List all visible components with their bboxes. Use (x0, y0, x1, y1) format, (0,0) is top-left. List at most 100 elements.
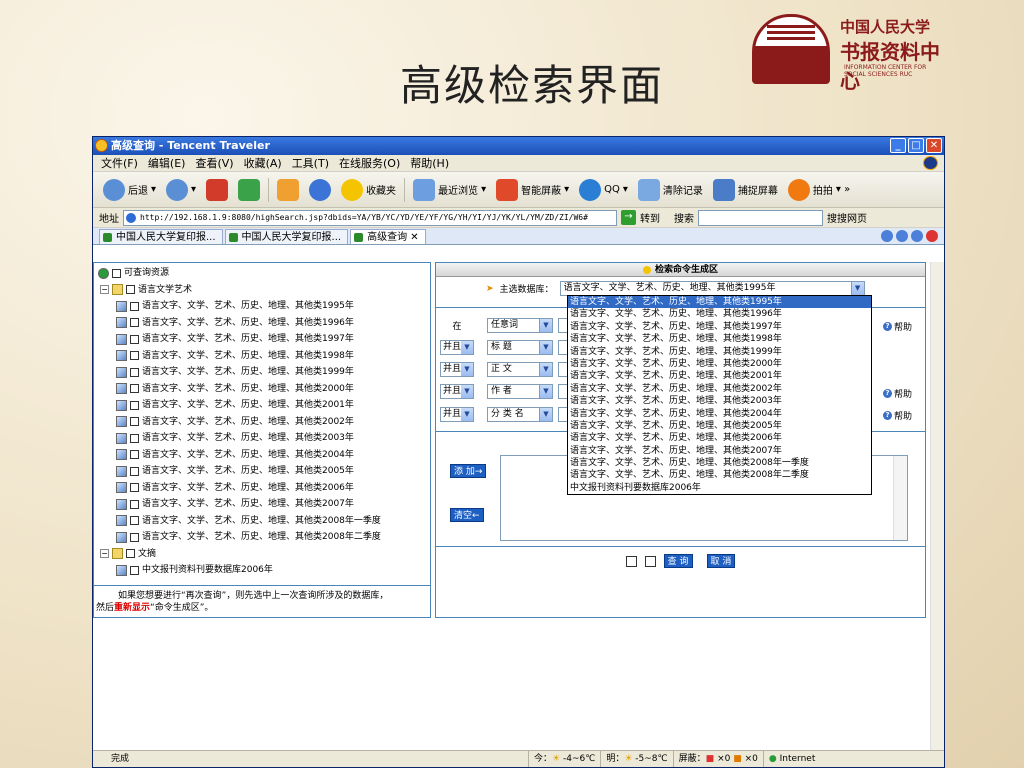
close-all-tabs-icon[interactable] (926, 230, 938, 242)
dropdown-option[interactable]: 语言文字、文学、艺术、历史、地理、其他类2006年 (568, 432, 871, 444)
block-button[interactable]: 智能屏蔽 ▾ (494, 175, 571, 205)
go-button[interactable]: 转到 (640, 210, 660, 225)
menu-file[interactable]: 文件(F) (101, 155, 138, 171)
db-checkbox[interactable] (130, 384, 139, 394)
page-scrollbar[interactable] (930, 262, 944, 751)
tab-next-icon[interactable] (911, 230, 923, 242)
field-select[interactable]: 任意词 ▼ (487, 318, 553, 333)
dropdown-option[interactable]: 语言文字、文学、艺术、历史、地理、其他类1998年 (568, 333, 871, 345)
database-icon (116, 399, 127, 411)
bool-op-select[interactable]: 并且 ▼ (440, 407, 474, 422)
cancel-button[interactable]: 取 消 (706, 554, 736, 568)
close-button[interactable]: ✕ (926, 138, 942, 153)
db-checkbox[interactable] (130, 450, 139, 460)
back-button[interactable]: 后退 ▾ (101, 175, 158, 205)
dropdown-option[interactable]: 语言文字、文学、艺术、历史、地理、其他类2000年 (568, 358, 871, 370)
collapse-icon[interactable]: − (100, 549, 109, 559)
db-checkbox[interactable] (130, 483, 139, 493)
tab-list-icon[interactable] (896, 230, 908, 242)
db-checkbox[interactable] (130, 433, 139, 443)
db-checkbox[interactable] (130, 400, 139, 410)
stop-button[interactable] (204, 175, 230, 205)
dropdown-option[interactable]: 语言文字、文学、艺术、历史、地理、其他类2003年 (568, 395, 871, 407)
db-checkbox[interactable] (130, 565, 139, 575)
dropdown-option[interactable]: 语言文字、文学、艺术、历史、地理、其他类2008年二季度 (568, 469, 871, 481)
paipai-button[interactable]: 拍拍 ▾ » (786, 175, 852, 205)
block-counter[interactable]: 屏蔽：■ ×0 ■ ×0 (672, 751, 763, 767)
menu-favorites[interactable]: 收藏(A) (244, 155, 282, 171)
menu-tools[interactable]: 工具(T) (292, 155, 329, 171)
dropdown-option[interactable]: 语言文字、文学、艺术、历史、地理、其他类1996年 (568, 308, 871, 320)
tab-advanced-search[interactable]: 高级查询 ✕ (350, 229, 426, 244)
search-input[interactable] (698, 209, 823, 226)
db-checkbox[interactable] (130, 532, 139, 542)
clear-button[interactable]: 清空← (450, 508, 484, 522)
window-title: 高级查询 - Tencent Traveler (111, 139, 270, 152)
dropdown-option[interactable]: 语言文字、文学、艺术、历史、地理、其他类1995年 (568, 296, 871, 309)
db-checkbox[interactable] (130, 367, 139, 377)
db-checkbox[interactable] (130, 516, 139, 526)
menu-edit[interactable]: 编辑(E) (148, 155, 186, 171)
field-select[interactable]: 作 者 ▼ (487, 384, 553, 399)
tab-scroll-icon[interactable] (881, 230, 893, 242)
database-dropdown[interactable]: 语言文字、文学、艺术、历史、地理、其他类1995年 语言文字、文学、艺术、历史、地… (567, 295, 872, 496)
dropdown-option[interactable]: 语言文字、文学、艺术、历史、地理、其他类2001年 (568, 370, 871, 382)
dropdown-option[interactable]: 中文报刊资料刊要数据库2006年 (568, 482, 871, 494)
db-checkbox[interactable] (130, 351, 139, 361)
help-link-1[interactable]: 帮助 (883, 320, 912, 333)
bool-op-select[interactable]: 并且 ▼ (440, 340, 474, 355)
recent-button[interactable]: 最近浏览 ▾ (411, 175, 488, 205)
url-input[interactable]: http://192.168.1.9:8080/highSearch.jsp?d… (123, 209, 617, 226)
field-select[interactable]: 分 类 名 ▼ (487, 407, 553, 422)
dropdown-option[interactable]: 语言文字、文学、艺术、历史、地理、其他类2004年 (568, 408, 871, 420)
menu-view[interactable]: 查看(V) (195, 155, 233, 171)
query-button[interactable]: 查 询 (663, 554, 693, 568)
help-link-3[interactable]: 帮助 (883, 409, 912, 422)
option-checkbox-2[interactable] (644, 555, 656, 567)
maximize-button[interactable]: □ (908, 138, 924, 153)
dropdown-option[interactable]: 语言文字、文学、艺术、历史、地理、其他类2002年 (568, 383, 871, 395)
dropdown-option[interactable]: 语言文字、文学、艺术、历史、地理、其他类2007年 (568, 445, 871, 457)
bool-op-select[interactable]: 并且 ▼ (440, 362, 474, 377)
menu-help[interactable]: 帮助(H) (410, 155, 449, 171)
tab-ruc-1[interactable]: 中国人民大学复印报... (99, 229, 223, 244)
history-clock-button[interactable] (307, 175, 333, 205)
root-checkbox[interactable] (112, 268, 121, 278)
capture-button[interactable]: 捕捉屏幕 (711, 175, 780, 205)
qq-button[interactable]: QQ ▾ (577, 175, 630, 205)
db-checkbox[interactable] (130, 334, 139, 344)
textarea-scrollbar[interactable] (893, 456, 907, 540)
clear-history-button[interactable]: 清除记录 (636, 175, 705, 205)
dropdown-option[interactable]: 语言文字、文学、艺术、历史、地理、其他类1999年 (568, 346, 871, 358)
db-checkbox[interactable] (130, 466, 139, 476)
refresh-button[interactable] (236, 175, 262, 205)
db-checkbox[interactable] (130, 301, 139, 311)
chevron-down-icon: ▼ (539, 408, 552, 421)
go-icon[interactable]: → (621, 210, 636, 225)
dropdown-option[interactable]: 语言文字、文学、艺术、历史、地理、其他类1997年 (568, 321, 871, 333)
group-checkbox[interactable] (126, 285, 135, 295)
favorites-button[interactable]: 收藏夹 (339, 175, 398, 205)
dropdown-option[interactable]: 语言文字、文学、艺术、历史、地理、其他类2008年一季度 (568, 457, 871, 469)
db-checkbox[interactable] (130, 417, 139, 427)
db-checkbox[interactable] (130, 499, 139, 509)
add-button[interactable]: 添 加→ (450, 464, 487, 478)
search-engine-button[interactable]: 搜搜网页 (827, 210, 867, 225)
dropdown-option[interactable]: 语言文字、文学、艺术、历史、地理、其他类2005年 (568, 420, 871, 432)
menu-online[interactable]: 在线服务(O) (339, 155, 400, 171)
tab-ruc-2[interactable]: 中国人民大学复印报... (224, 229, 349, 244)
option-checkbox-1[interactable] (625, 555, 637, 567)
window-titlebar[interactable]: 高级查询 - Tencent Traveler _ □ ✕ (93, 137, 944, 155)
help-link-2[interactable]: 帮助 (883, 387, 912, 400)
bool-op-select[interactable]: 并且 ▼ (440, 384, 474, 399)
group-checkbox[interactable] (126, 549, 135, 559)
home-button[interactable] (275, 175, 301, 205)
tree-item: 语言文字、文学、艺术、历史、地理、其他类2008年二季度 (98, 529, 426, 546)
collapse-icon[interactable]: − (100, 285, 109, 295)
field-select[interactable]: 标 题 ▼ (487, 340, 553, 355)
minimize-button[interactable]: _ (890, 138, 906, 153)
database-select[interactable]: 语言文字、文学、艺术、历史、地理、其他类1995年 ▼ (559, 281, 865, 296)
field-select[interactable]: 正 文 ▼ (487, 362, 553, 377)
db-checkbox[interactable] (130, 318, 139, 328)
forward-button[interactable]: ▾ (164, 175, 198, 205)
